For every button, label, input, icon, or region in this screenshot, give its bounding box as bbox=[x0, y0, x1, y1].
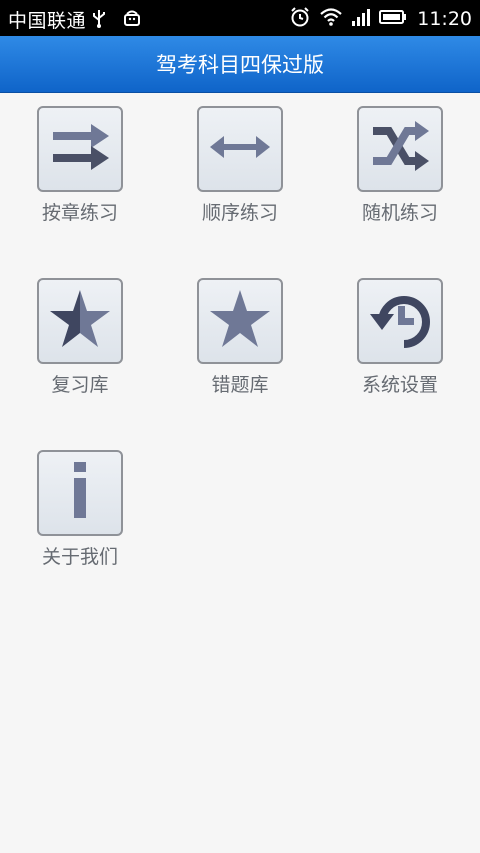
menu-item-label: 错题库 bbox=[211, 374, 269, 396]
system-icons: 11:20 bbox=[289, 6, 472, 32]
menu-item-label: 按章练习 bbox=[41, 202, 118, 224]
signal-icon bbox=[351, 7, 371, 31]
menu-item-label: 系统设置 bbox=[361, 374, 438, 396]
android-debug-icon bbox=[122, 8, 142, 32]
shuffle-icon bbox=[367, 119, 433, 179]
two-right-arrows-icon bbox=[47, 118, 113, 180]
menu-icon-box[interactable] bbox=[37, 278, 123, 364]
alarm-icon bbox=[289, 6, 311, 32]
menu-item-label: 关于我们 bbox=[41, 546, 118, 568]
half-star-icon bbox=[48, 288, 112, 354]
double-arrow-icon bbox=[208, 132, 272, 166]
menu-icon-box[interactable] bbox=[37, 106, 123, 192]
menu-item-random-practice[interactable]: 随机练习 bbox=[320, 92, 480, 262]
menu-item-about-us[interactable]: 关于我们 bbox=[0, 436, 160, 606]
menu-icon-box[interactable] bbox=[197, 106, 283, 192]
menu-item-settings[interactable]: 系统设置 bbox=[320, 264, 480, 434]
star-icon bbox=[208, 288, 272, 354]
battery-icon bbox=[379, 9, 407, 29]
carrier-name: 中国联通 bbox=[8, 10, 87, 32]
menu-icon-box[interactable] bbox=[197, 278, 283, 364]
info-icon bbox=[65, 460, 95, 526]
menu-item-review-bank[interactable]: 复习库 bbox=[0, 264, 160, 434]
usb-icon bbox=[90, 8, 108, 32]
menu-icon-box[interactable] bbox=[357, 106, 443, 192]
menu-item-label: 复习库 bbox=[51, 374, 109, 396]
menu-icon-box[interactable] bbox=[357, 278, 443, 364]
menu-item-chapter-practice[interactable]: 按章练习 bbox=[0, 92, 160, 262]
page-title: 驾考科目四保过版 bbox=[0, 36, 480, 93]
status-bar: 中国联通 11:20 bbox=[0, 0, 480, 36]
notification-icons bbox=[90, 8, 142, 32]
menu-item-wrong-questions[interactable]: 错题库 bbox=[160, 264, 320, 434]
menu-item-label: 随机练习 bbox=[361, 202, 438, 224]
menu-item-label: 顺序练习 bbox=[201, 202, 278, 224]
wifi-icon bbox=[319, 7, 343, 31]
menu-item-sequential-practice[interactable]: 顺序练习 bbox=[160, 92, 320, 262]
history-clock-icon bbox=[368, 288, 432, 354]
clock: 11:20 bbox=[417, 8, 472, 30]
menu-icon-box[interactable] bbox=[37, 450, 123, 536]
